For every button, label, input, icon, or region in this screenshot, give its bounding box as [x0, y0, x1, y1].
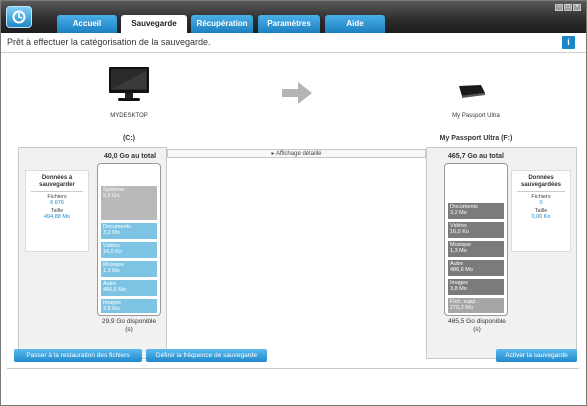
- divider: [31, 191, 83, 192]
- window-controls: – □ ×: [555, 4, 581, 11]
- dest-total: 465,7 Go au total: [447, 153, 505, 160]
- dest-segment-images[interactable]: Images 3,8 Mo: [447, 278, 505, 296]
- source-segment-documents[interactable]: Documents 3,2 Mo: [100, 222, 158, 240]
- dest-segment-music[interactable]: Musique 1,3 Mo: [447, 240, 505, 258]
- source-files-value: 6 676: [50, 200, 64, 206]
- segment-size: 1,3 Mo: [103, 268, 120, 274]
- segment-size: 486,6 Mo: [103, 287, 126, 293]
- app-window: Accueil Sauvegarde Récupération Paramètr…: [0, 0, 587, 406]
- detail-view-toggle[interactable]: ▸ Affichage détaillé: [167, 149, 426, 158]
- restore-files-button[interactable]: Passer à la restauration des fichiers: [14, 349, 142, 362]
- desktop-monitor-icon: [108, 65, 150, 109]
- dest-segment-documents[interactable]: Documents 3,2 Mo: [447, 202, 505, 220]
- source-segment-videos[interactable]: Vidéos 16,0 Ko: [100, 241, 158, 259]
- tab-sauvegarde[interactable]: Sauvegarde: [121, 15, 187, 33]
- source-segment-other[interactable]: Autre 486,6 Mo: [100, 279, 158, 297]
- set-frequency-button[interactable]: Définir la fréquence de sauvegarde: [146, 349, 267, 362]
- segment-size: 486,6 Mo: [450, 267, 473, 273]
- source-available-unit: (s): [125, 326, 133, 333]
- activate-backup-button[interactable]: Activer la sauvegarde: [496, 349, 577, 362]
- dest-segment-other[interactable]: Autre 486,6 Mo: [447, 259, 505, 277]
- arrow-right-icon: [282, 81, 312, 107]
- dest-info-box: Données sauvegardées Fichiers 0 Taille 0…: [511, 170, 571, 252]
- title-bar: Accueil Sauvegarde Récupération Paramètr…: [1, 1, 586, 33]
- tab-parametres[interactable]: Paramètres: [258, 15, 320, 33]
- status-header: Prêt à effectuer la catégorisation de la…: [1, 33, 586, 53]
- tab-aide[interactable]: Aide: [325, 15, 385, 33]
- segment-size: 3,2 Mo: [103, 230, 120, 236]
- dest-files-value: 0: [539, 200, 543, 206]
- divider: [517, 191, 565, 192]
- dest-size-value: 0,00 Ko: [531, 214, 551, 220]
- segment-size: 16,0 Ko: [103, 249, 122, 255]
- tab-recuperation[interactable]: Récupération: [191, 15, 253, 33]
- close-icon[interactable]: ×: [573, 4, 581, 11]
- source-segment-music[interactable]: Musique 1,3 Mo: [100, 260, 158, 278]
- source-total: 40,0 Go au total: [103, 153, 157, 160]
- tab-accueil[interactable]: Accueil: [57, 15, 117, 33]
- source-capacity-column: Système 9,6 Go Documents 3,2 Mo Vidéos 1…: [97, 163, 161, 316]
- source-segment-system[interactable]: Système 9,6 Go: [100, 185, 158, 221]
- dest-segment-videos[interactable]: Vidéos 16,0 Ko: [447, 221, 505, 239]
- dest-info-heading-2: sauvegardées: [520, 182, 562, 188]
- detail-view-label: Affichage détaillé: [275, 151, 322, 157]
- dest-available: 465,5 Go disponible (s): [437, 318, 517, 334]
- source-info-box: Données à sauvegarder Fichiers 6 676 Tai…: [25, 170, 89, 252]
- app-logo-icon: [6, 6, 32, 28]
- segment-size: 9,6 Go: [103, 193, 120, 199]
- segment-size: 3,8 Mo: [450, 286, 467, 292]
- source-device-name: MYDESKTOP: [110, 113, 148, 119]
- minimize-icon[interactable]: –: [555, 4, 563, 11]
- dest-available-value: 465,5 Go disponible: [448, 318, 506, 325]
- dest-available-unit: (s): [473, 326, 481, 333]
- dest-capacity-column: Documents 3,2 Mo Vidéos 16,0 Ko Musique …: [444, 163, 508, 316]
- segment-size: 16,0 Ko: [450, 229, 469, 235]
- backup-main: MYDESKTOP My Passport Ultra (C:) My Pass…: [1, 54, 586, 359]
- source-info-heading-2: sauvegarder: [39, 182, 75, 188]
- segment-size: 270,2 Mo: [450, 305, 473, 311]
- dest-drive-label: My Passport Ultra (F:): [439, 135, 513, 142]
- source-size-value: 494,88 Mo: [44, 214, 70, 220]
- bottom-panel: [7, 368, 579, 396]
- segment-size: 3,2 Mo: [450, 210, 467, 216]
- status-message: Prêt à effectuer la catégorisation de la…: [7, 37, 211, 47]
- dest-device-name: My Passport Ultra: [452, 113, 500, 119]
- triangle-right-icon: ▸: [271, 151, 275, 157]
- segment-size: 1,3 Mo: [450, 248, 467, 254]
- source-drive-label: (C:): [122, 135, 136, 142]
- source-available: 29,9 Go disponible (s): [91, 318, 167, 334]
- external-drive-icon: [456, 84, 486, 102]
- dest-segment-extra-files[interactable]: Fich. supp. 270,2 Mo: [447, 297, 505, 314]
- segment-size: 3,8 Mo: [103, 306, 120, 312]
- source-segment-images[interactable]: Images 3,8 Mo: [100, 298, 158, 314]
- dest-info-heading-1: Données: [528, 175, 554, 181]
- source-info-heading-1: Données à: [41, 175, 73, 181]
- maximize-icon[interactable]: □: [564, 4, 572, 11]
- source-available-value: 29,9 Go disponible: [101, 318, 157, 325]
- info-icon[interactable]: i: [562, 36, 575, 49]
